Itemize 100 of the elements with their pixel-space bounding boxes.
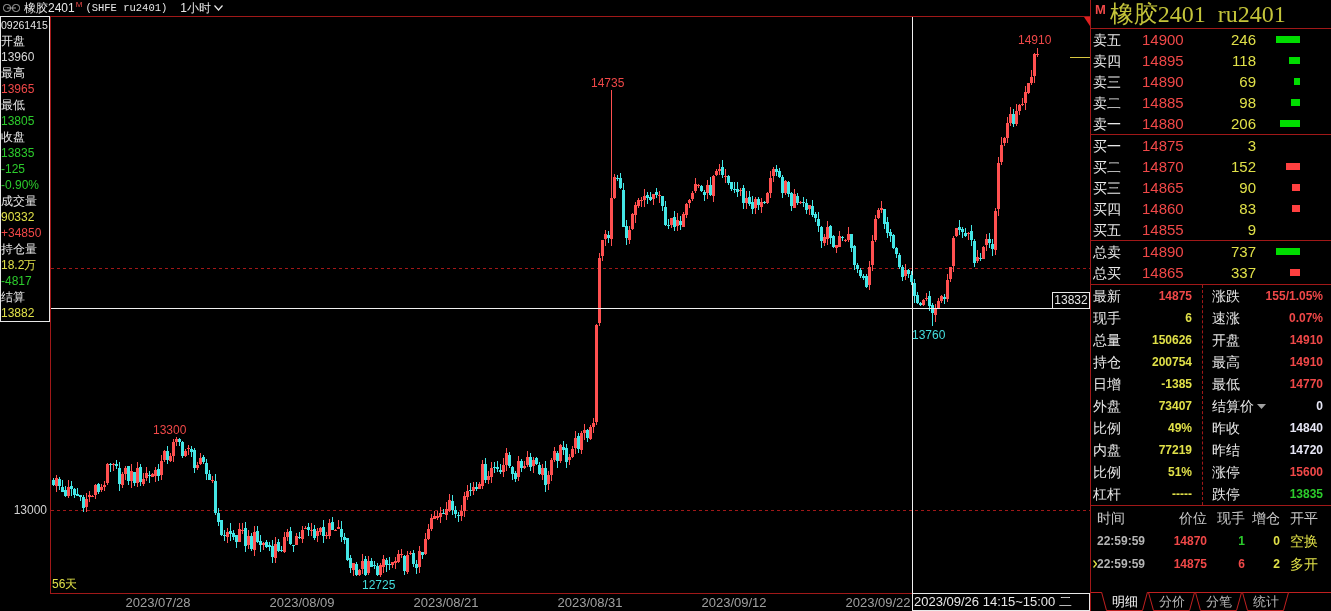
panel-tab[interactable]: 分笔 (1195, 592, 1242, 611)
stat-label: 持仓 (1093, 354, 1121, 370)
panel-tab[interactable]: 统计 (1242, 592, 1289, 611)
range-label: 56天 (52, 577, 78, 591)
stat-label: 最高 (1212, 354, 1240, 370)
stat-value: 14770 (1289, 377, 1323, 391)
stat-value: 6 (1185, 311, 1192, 325)
book-level-label: 总卖 (1093, 243, 1122, 260)
book-volume: 246 (1229, 31, 1256, 48)
trade-action: 多开 (1289, 555, 1318, 572)
book-level-label: 卖一 (1093, 115, 1122, 132)
cursor-time-label: 2023/09/26 14:15~15:00 二 (912, 593, 1090, 611)
book-volume: 152 (1229, 158, 1256, 175)
chevron-down-icon (214, 5, 223, 11)
field-label: 成交量 (1, 193, 38, 209)
book-volume: 206 (1229, 115, 1256, 132)
field-label: 结算 (1, 289, 26, 305)
date-axis-label: 2023/07/28 (125, 595, 191, 610)
book-level-label: 买三 (1093, 179, 1122, 196)
field-value: -0.90% (1, 177, 41, 193)
low-price-label: 13760 (912, 328, 946, 342)
book-price: 14875 (1142, 137, 1185, 154)
contract-marker: M (75, 0, 83, 9)
book-level-label: 卖五 (1093, 31, 1122, 48)
date-axis-label: 2023/08/31 (557, 595, 623, 610)
stat-label: 昨结 (1212, 442, 1240, 458)
field-value: +34850 (1, 225, 43, 241)
book-volume: 3 (1246, 137, 1256, 154)
field-label: 最低 (1, 97, 26, 113)
book-price: 14890 (1142, 73, 1185, 90)
trade-price: 14870 (1173, 533, 1207, 548)
field-value: 90332 (1, 209, 36, 225)
book-volume: 9 (1246, 221, 1256, 238)
stat-label: 内盘 (1093, 442, 1121, 458)
book-price: 14890 (1142, 243, 1185, 260)
stat-value: 14875 (1158, 289, 1192, 303)
stat-label: 速涨 (1212, 310, 1240, 326)
book-level-label: 卖三 (1093, 73, 1122, 90)
book-level-label: 卖二 (1093, 94, 1122, 111)
book-level-label: 买二 (1093, 158, 1122, 175)
stat-label: 涨停 (1212, 464, 1240, 480)
stat-label: 外盘 (1093, 398, 1121, 414)
high-price-label: 13300 (153, 423, 187, 437)
price-axis-label: 13000 (13, 503, 47, 517)
panel-tab[interactable]: 明细 (1101, 592, 1148, 611)
stat-value: 51% (1167, 465, 1192, 479)
book-volume: 118 (1231, 52, 1256, 69)
book-price: 14885 (1142, 94, 1185, 111)
stat-value: -1385 (1161, 377, 1192, 391)
book-volume: 337 (1229, 264, 1256, 281)
book-level-label: 买四 (1093, 200, 1122, 217)
link-icon[interactable] (3, 4, 20, 12)
stat-label: 日增 (1093, 376, 1121, 392)
symbol-name: 橡胶2401 (24, 1, 75, 15)
stat-value: 15600 (1289, 465, 1323, 479)
book-level-label: 买五 (1093, 221, 1122, 238)
field-label: 收盘 (1, 129, 26, 145)
column-header: 现手 (1217, 509, 1245, 526)
stat-value: 0 (1316, 399, 1323, 413)
stat-value: 14910 (1289, 333, 1323, 347)
trade-position-change: 2 (1273, 556, 1280, 571)
period-selector[interactable]: 1小时 (180, 1, 223, 15)
book-price: 14880 (1142, 115, 1185, 132)
stat-value: 200754 (1151, 355, 1192, 369)
date-axis-label: 2023/08/21 (413, 595, 479, 610)
stat-value: 150626 (1151, 333, 1192, 347)
book-price: 14865 (1142, 179, 1185, 196)
date-axis-label: 2023/09/22 (845, 595, 911, 610)
book-price: 14895 (1142, 52, 1185, 69)
field-value: -125 (1, 161, 27, 177)
stat-value: 155/1.05% (1265, 289, 1323, 303)
book-volume: 737 (1229, 243, 1256, 260)
stat-label: 杠杆 (1093, 486, 1121, 502)
stat-value: 13835 (1289, 487, 1323, 501)
corner-triangle-icon[interactable] (1084, 17, 1090, 26)
trade-volume: 1 (1238, 533, 1245, 548)
quote-time: 09261415 (1, 18, 49, 33)
stat-label: 昨收 (1212, 420, 1240, 436)
stat-label: 总量 (1093, 332, 1121, 348)
stat-label: 比例 (1093, 420, 1121, 436)
stat-label: 开盘 (1212, 332, 1240, 348)
stat-value: 77219 (1158, 443, 1192, 457)
book-volume: 90 (1238, 179, 1256, 196)
trade-position-change: 0 (1273, 533, 1280, 548)
cursor-price-label: 13832 (1052, 292, 1090, 309)
stat-label: 跌停 (1212, 486, 1240, 502)
low-price-label: 12725 (362, 578, 396, 592)
stat-label: 比例 (1093, 464, 1121, 480)
field-label: 最高 (1, 65, 26, 81)
trade-action: 空换 (1289, 532, 1318, 549)
book-volume: 83 (1238, 200, 1256, 217)
caret-down-icon[interactable] (1257, 403, 1266, 409)
date-axis-label: 2023/08/09 (269, 595, 335, 610)
stat-value: 14720 (1289, 443, 1323, 457)
field-value: 13835 (1, 145, 36, 161)
stat-label: 结算价 (1212, 398, 1254, 414)
stat-label: 现手 (1093, 310, 1121, 326)
panel-tab[interactable]: 分价 (1148, 592, 1195, 611)
stat-value: 14910 (1289, 355, 1323, 369)
stat-value: ----- (1172, 487, 1192, 501)
